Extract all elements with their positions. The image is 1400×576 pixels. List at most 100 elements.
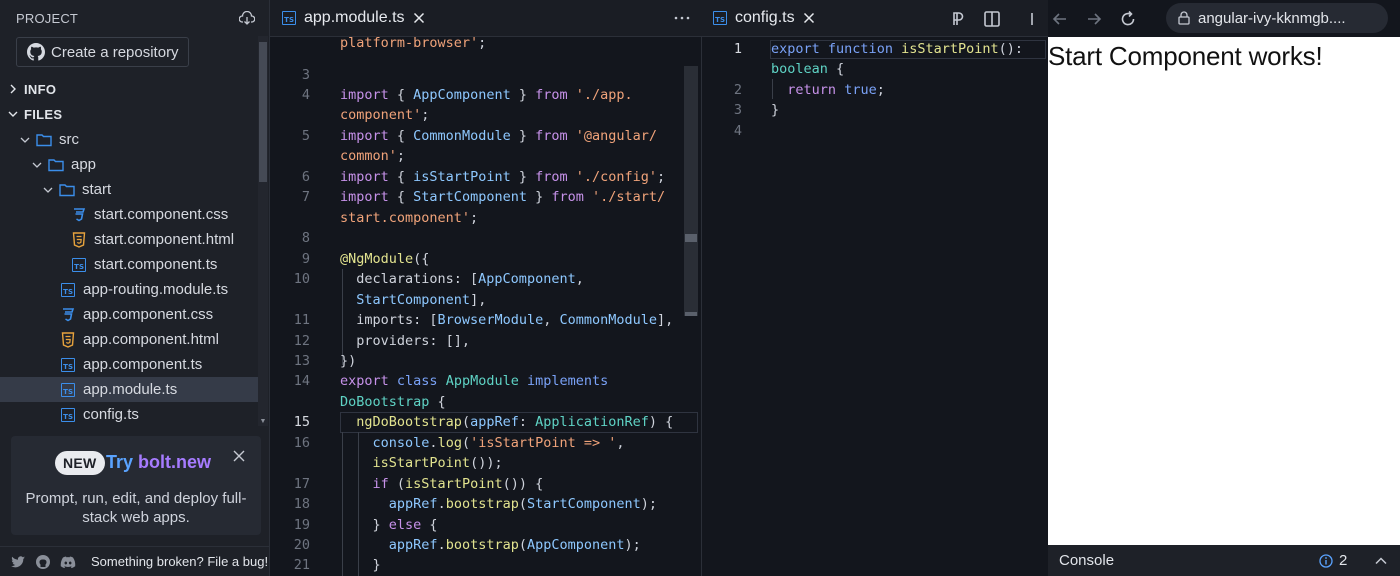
folder-open-icon [36, 133, 52, 146]
editor1-code[interactable]: platform-browser'; 3 4 import { AppCompo… [270, 37, 700, 576]
line-number-active: 1 [733, 41, 742, 57]
new-badge: NEW [55, 451, 105, 475]
code-line: import { StartComponent } from './start/ [340, 189, 666, 205]
tree-file-start-component-css[interactable]: start.component.css [0, 202, 258, 227]
close-icon[interactable] [232, 449, 246, 463]
promo-desc-line2: stack web apps. [82, 509, 190, 526]
code-line: return true; [787, 82, 885, 98]
code-line: console.log('isStartPoint => ', [372, 435, 625, 451]
forward-arrow-icon[interactable] [1084, 9, 1104, 29]
back-arrow-icon[interactable] [1050, 9, 1070, 29]
code-line: ngDoBootstrap(appRef: ApplicationRef) { [356, 414, 674, 430]
code-line: } else { [340, 517, 438, 533]
line-number: 9 [301, 251, 310, 267]
line-number: 6 [301, 169, 310, 185]
tree-file-app-module-ts[interactable]: TS app.module.ts [0, 377, 258, 402]
sidebar-scrollbar-thumb[interactable] [259, 42, 267, 182]
code-line: import { CommonModule } from '@angular/ [340, 128, 658, 144]
close-tab-icon[interactable] [803, 12, 815, 24]
tree-file-app-routing-module-ts[interactable]: TS app-routing.module.ts [0, 277, 258, 302]
try-label: Try [106, 452, 139, 472]
html-file-icon [72, 231, 86, 248]
code-line: if (isStartPoint()) { [372, 476, 544, 492]
console-bar[interactable]: Console 2 [1048, 545, 1400, 576]
twitter-icon[interactable] [10, 554, 26, 570]
reload-icon[interactable] [1118, 9, 1138, 29]
tab-app-module-ts[interactable]: TS app.module.ts [270, 0, 437, 37]
editor2-code[interactable]: 1 export function isStartPoint(): boolea… [701, 37, 1047, 576]
bolt-promo-card[interactable]: NEW Try bolt.new Prompt, run, edit, and … [11, 436, 261, 535]
typescript-file-icon: TS [72, 257, 86, 272]
scrollbar-marker [685, 312, 697, 316]
tree-file-start-component-ts[interactable]: TS start.component.ts [0, 252, 258, 277]
chevron-down-icon [32, 162, 42, 168]
sidebar-scrollbar[interactable]: ▼ [258, 36, 268, 426]
discord-icon[interactable] [60, 554, 76, 570]
tree-folder-start[interactable]: start [0, 177, 258, 202]
editor1-scrollbar[interactable] [684, 66, 698, 316]
line-number: 8 [301, 230, 310, 246]
tree-label: start [82, 181, 112, 198]
info-icon [1319, 553, 1333, 568]
tree-folder-src[interactable]: src [0, 127, 258, 152]
tree-folder-app[interactable]: app [0, 152, 258, 177]
tree-label: start.component.ts [94, 256, 218, 273]
code-line: export class AppModule implements [340, 373, 609, 389]
code-line: imports: [BrowserModule, CommonModule], [340, 312, 674, 328]
tab-config-ts[interactable]: TS config.ts [701, 0, 827, 37]
promo-desc-line1: Prompt, run, edit, and deploy full- [25, 490, 247, 507]
split-layout-icon[interactable] [982, 9, 1002, 29]
tree-label: app.component.html [83, 331, 219, 348]
line-number: 2 [733, 82, 742, 98]
sidebar-header: PROJECT [0, 0, 269, 36]
tree-file-app-component-ts[interactable]: TS app.component.ts [0, 352, 258, 377]
file-tree: src app start start.component.css start.… [0, 127, 258, 427]
chevron-down-icon [20, 137, 30, 143]
line-number-active: 15 [293, 414, 310, 430]
console-info-count[interactable]: 2 [1319, 552, 1347, 569]
url-text: angular-ivy-kknmgb.... [1198, 9, 1346, 27]
tree-label: src [59, 131, 79, 148]
close-tab-icon[interactable] [413, 12, 425, 24]
create-repository-label: Create a repository [51, 43, 179, 61]
url-bar[interactable]: angular-ivy-kknmgb.... [1166, 3, 1388, 33]
code-line: DoBootstrap { [340, 394, 446, 410]
section-files[interactable]: FILES [0, 102, 258, 126]
line-number: 5 [301, 128, 310, 144]
code-line: boolean { [771, 61, 845, 77]
scroll-down-arrow-icon[interactable]: ▼ [259, 418, 267, 426]
tree-file-start-component-html[interactable]: start.component.html [0, 227, 258, 252]
tree-label: app [71, 156, 97, 173]
sidebar: PROJECT Create a repository INFO FILES s… [0, 0, 270, 576]
code-line: import { AppComponent } from './app. [340, 87, 633, 103]
preview-heading: Start Component works! [1048, 41, 1323, 71]
typescript-file-icon: TS [61, 357, 75, 372]
code-line: platform-browser'; [340, 37, 487, 51]
more-actions-icon[interactable] [674, 13, 690, 23]
try-bolt-link[interactable]: Try bolt.new [106, 452, 211, 473]
cloud-download-icon[interactable] [239, 11, 255, 25]
line-number: 3 [301, 67, 310, 83]
create-repository-button[interactable]: Create a repository [16, 37, 189, 67]
code-line: declarations: [AppComponent, [340, 271, 584, 287]
tree-file-config-ts[interactable]: TS config.ts [0, 402, 258, 427]
tree-label: app.module.ts [83, 381, 178, 398]
tree-label: app.component.ts [83, 356, 203, 373]
line-number: 18 [293, 496, 310, 512]
line-number: 7 [301, 189, 310, 205]
preview-frame[interactable]: Start Component works! [1048, 37, 1400, 545]
code-line: import { isStartPoint } from './config'; [340, 169, 666, 185]
typescript-file-icon: TS [282, 11, 296, 25]
tree-file-app-component-html[interactable]: app.component.html [0, 327, 258, 352]
preview-mode-icon[interactable] [948, 9, 968, 29]
line-number: 12 [293, 333, 310, 349]
line-number: 16 [293, 435, 310, 451]
chevron-up-icon[interactable] [1374, 554, 1388, 568]
tree-file-app-component-css[interactable]: app.component.css [0, 302, 258, 327]
line-number: 4 [301, 87, 310, 103]
tab-label: config.ts [735, 9, 795, 26]
file-bug-link[interactable]: Something broken? File a bug! [91, 554, 268, 569]
github-icon[interactable] [35, 554, 51, 570]
collapse-panel-icon[interactable] [1016, 9, 1036, 29]
section-info[interactable]: INFO [0, 77, 258, 101]
